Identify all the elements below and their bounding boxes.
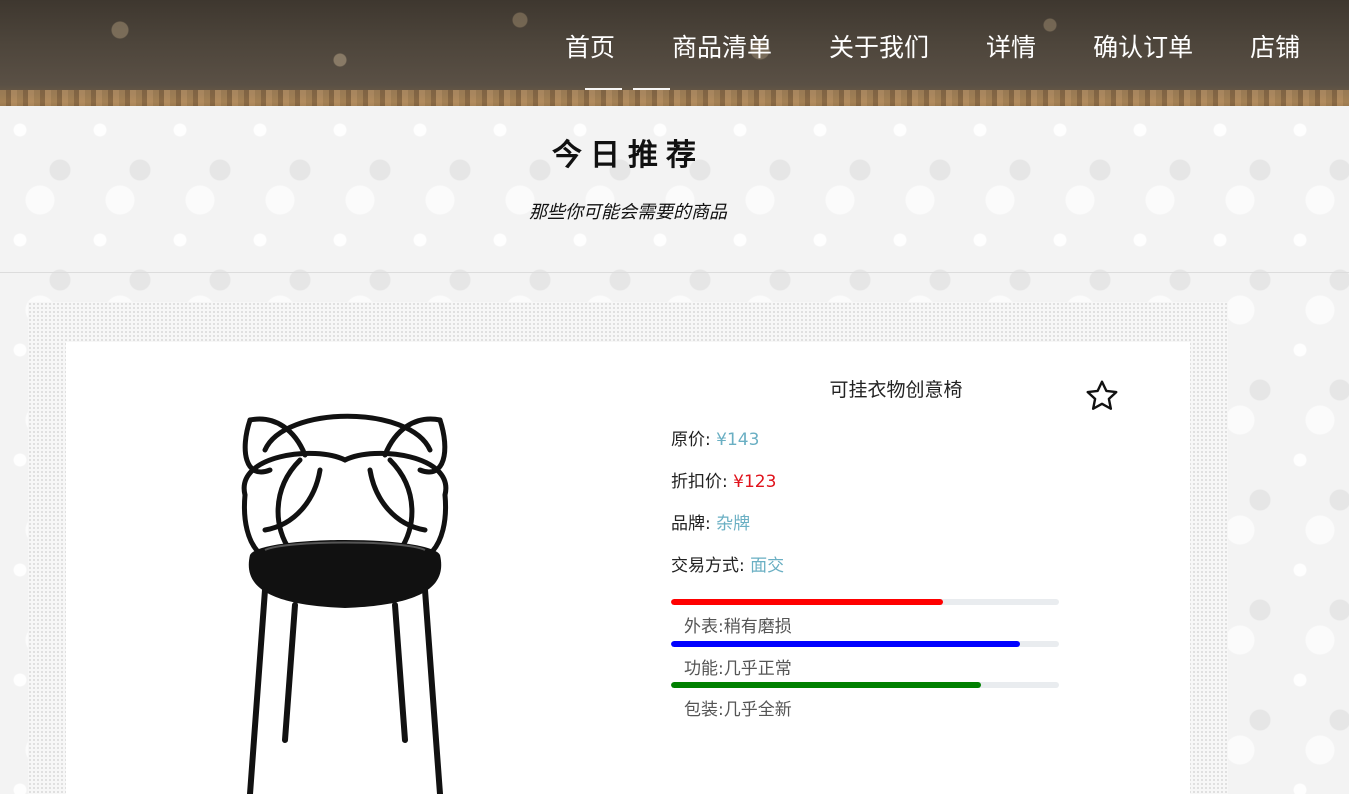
discount-price-value: ¥123: [733, 472, 777, 492]
main-nav: 首页 商品清单 关于我们 详情 确认订单 店铺 后: [565, 28, 1349, 64]
carousel-indicator[interactable]: [585, 88, 622, 90]
trade-method-label: 交易方式:: [671, 556, 745, 576]
brand-label: 品牌:: [671, 514, 711, 534]
chair-image[interactable]: [225, 400, 465, 794]
condition-bar-function: [671, 641, 1059, 647]
condition-bar-packaging: [671, 682, 1059, 688]
original-price-label: 原价:: [671, 430, 711, 450]
condition-label-appearance: 外表:稍有磨损: [684, 617, 792, 637]
nav-item-about[interactable]: 关于我们: [829, 28, 929, 64]
original-price-value: ¥143: [716, 430, 760, 450]
star-outline-icon[interactable]: [1084, 378, 1120, 414]
condition-bar-appearance: [671, 599, 1059, 605]
divider: [0, 272, 1349, 273]
condition-bar-fill: [671, 682, 982, 688]
condition-label-function: 功能:几乎正常: [684, 659, 792, 679]
condition-label-packaging: 包装:几乎全新: [684, 700, 792, 720]
discount-price-label: 折扣价:: [671, 472, 728, 492]
section-title: 今日推荐: [552, 138, 704, 173]
section-subtitle: 那些你可能会需要的商品: [529, 202, 727, 223]
nav-item-details[interactable]: 详情: [986, 28, 1036, 64]
header-banner: 首页 商品清单 关于我们 详情 确认订单 店铺 后: [0, 0, 1349, 106]
original-price-row: 原价: ¥143: [671, 425, 759, 450]
brand-value: 杂牌: [716, 514, 751, 534]
brand-row: 品牌: 杂牌: [671, 509, 750, 534]
nav-item-store[interactable]: 店铺: [1250, 28, 1300, 64]
carousel-indicators: [585, 88, 681, 90]
nav-item-product-list[interactable]: 商品清单: [672, 28, 772, 64]
trade-method-value: 面交: [750, 556, 785, 576]
condition-bar-fill: [671, 641, 1021, 647]
nav-item-confirm-order[interactable]: 确认订单: [1093, 28, 1193, 64]
carousel-indicator[interactable]: [633, 88, 670, 90]
nav-item-home[interactable]: 首页: [565, 28, 615, 64]
trade-method-row: 交易方式: 面交: [671, 551, 784, 576]
product-name: 可挂衣物创意椅: [829, 379, 963, 401]
condition-bar-fill: [671, 599, 943, 605]
discount-price-row: 折扣价: ¥123: [671, 467, 776, 492]
